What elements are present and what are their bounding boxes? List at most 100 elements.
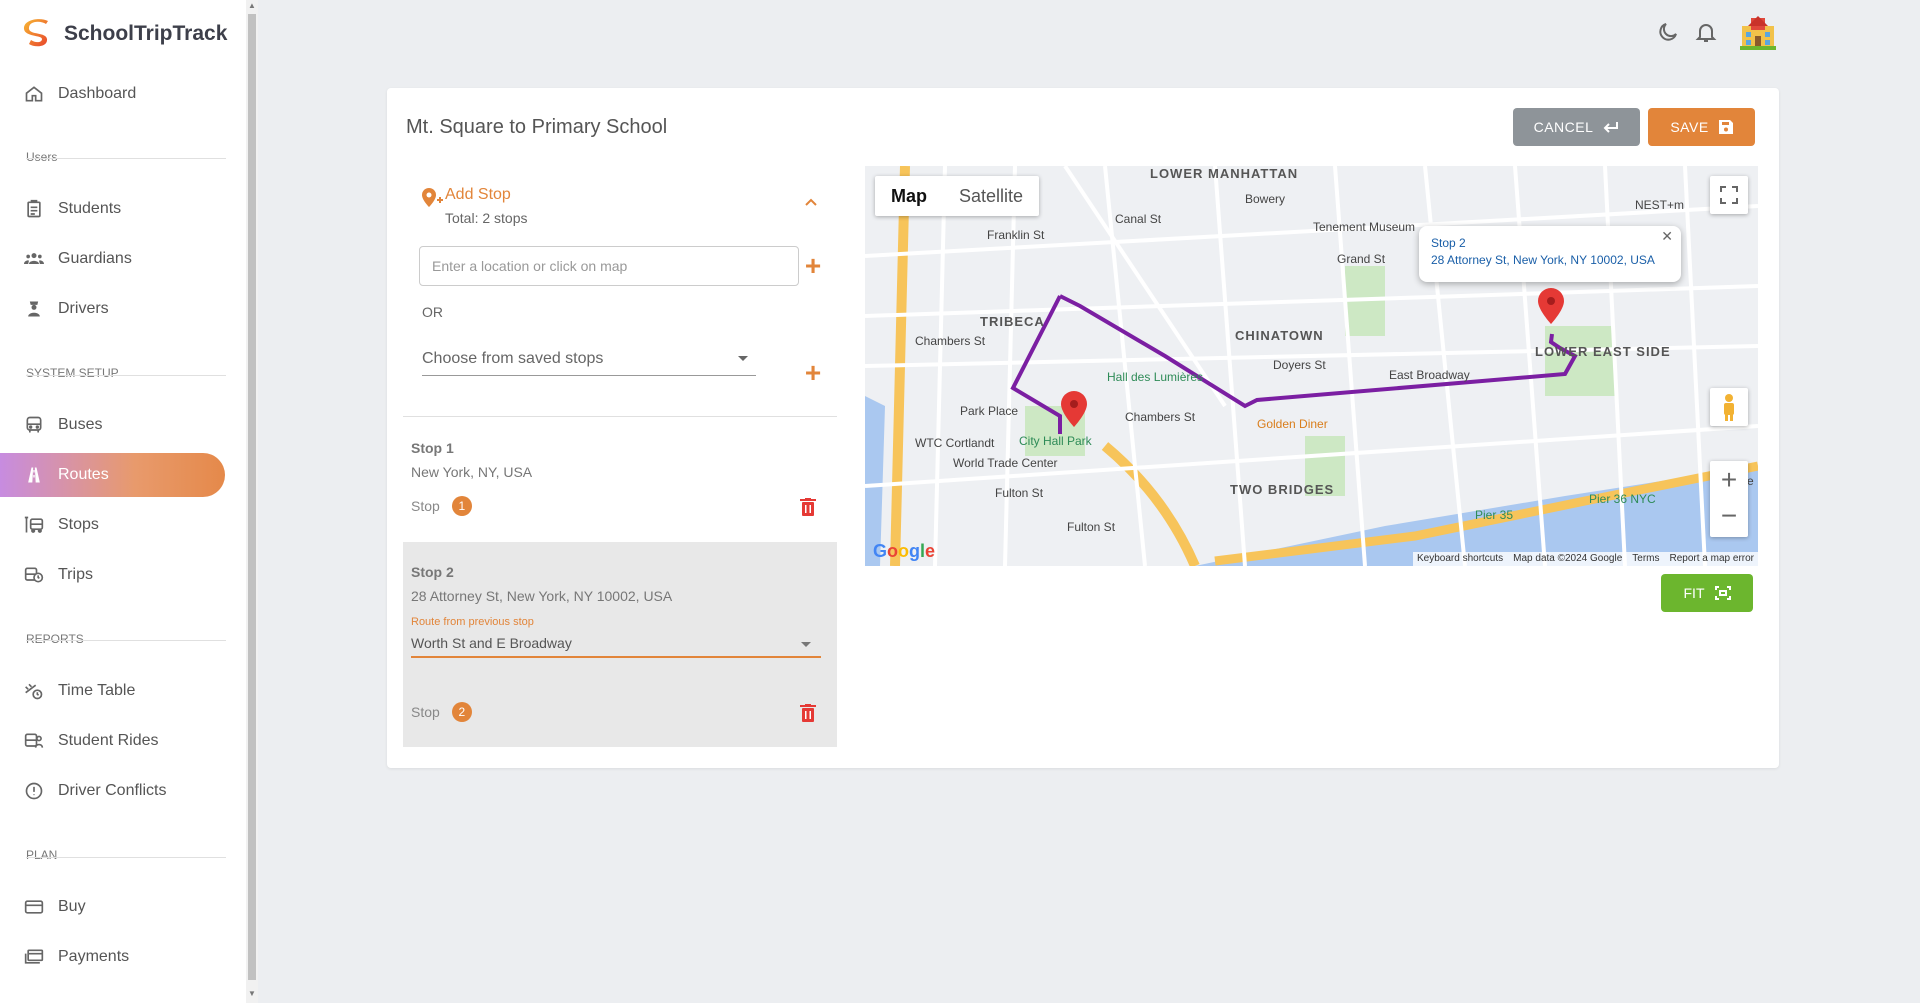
scrollbar-thumb[interactable] (248, 14, 256, 980)
sidebar-item-label: Driver Conflicts (58, 782, 167, 799)
sidebar-item-label: Student Rides (58, 732, 159, 749)
add-stop-title[interactable]: Add Stop (445, 186, 511, 204)
sidebar: SchoolTripTrack Dashboard Users Students… (0, 0, 246, 1003)
map-label: TRIBECA (980, 314, 1045, 329)
route-field-label: Route from previous stop (411, 616, 534, 628)
scroll-down-icon[interactable]: ▼ (248, 990, 256, 998)
add-location-icon (422, 188, 443, 207)
sidebar-item-guardians[interactable]: Guardians (0, 237, 225, 281)
stop-info-window: Stop 2 28 Attorney St, New York, NY 1000… (1419, 226, 1681, 282)
stop-card-1[interactable]: Stop 1 New York, NY, USA Stop 1 (403, 418, 837, 540)
sidebar-item-label: Time Table (58, 682, 136, 699)
fit-screen-icon (1714, 586, 1731, 600)
driver-icon (28, 301, 40, 317)
close-icon[interactable]: ✕ (1661, 228, 1673, 245)
keyboard-shortcuts-link[interactable]: Keyboard shortcuts (1417, 552, 1503, 566)
add-location-plus-icon[interactable]: + (803, 252, 823, 280)
card-icon (24, 900, 44, 914)
sidebar-item-drivers[interactable]: Drivers (0, 287, 225, 331)
dark-mode-icon[interactable] (1656, 20, 1680, 44)
map-label: TWO BRIDGES (1230, 482, 1335, 497)
sidebar-item-payments[interactable]: Payments (0, 935, 225, 979)
map-label: Hall des Lumières (1107, 370, 1204, 384)
zoom-in-icon[interactable]: + (1721, 461, 1737, 499)
notifications-bell-icon[interactable] (1694, 20, 1718, 44)
sidebar-item-time-table[interactable]: Time Table (0, 669, 225, 713)
page-title: Mt. Square to Primary School (406, 116, 668, 138)
route-map[interactable]: LOWER MANHATTAN TRIBECA CHINATOWN LOWER … (865, 166, 1758, 566)
app-logo-icon (23, 19, 48, 47)
sidebar-item-buy[interactable]: Buy (0, 885, 225, 929)
map-label: Park Place (960, 404, 1019, 418)
street-view-pegman-icon[interactable] (1710, 388, 1748, 426)
section-plan: PLAN (26, 848, 58, 862)
map-type-map[interactable]: Map (875, 176, 943, 216)
map-type-satellite[interactable]: Satellite (943, 176, 1039, 216)
fit-label: FIT (1683, 585, 1705, 601)
sidebar-item-driver-conflicts[interactable]: Driver Conflicts (0, 769, 225, 813)
map-label: Chambers St (915, 334, 986, 348)
fullscreen-icon[interactable] (1710, 176, 1748, 214)
route-field-value: Worth St and E Broadway (411, 635, 572, 651)
map-data-text: Map data ©2024 Google (1513, 553, 1623, 564)
divider (403, 416, 837, 417)
stop-card-2[interactable]: Stop 2 28 Attorney St, New York, NY 1000… (403, 542, 837, 747)
clipboard-icon (27, 199, 41, 218)
sidebar-scrollbar[interactable]: ▲ ▼ (246, 0, 258, 1003)
road-icon (28, 467, 40, 483)
map-label: Bowery (1245, 192, 1286, 206)
sidebar-item-routes[interactable]: Routes (0, 453, 225, 497)
sidebar-item-students[interactable]: Students (0, 187, 225, 231)
payments-icon (24, 949, 44, 964)
alert-circle-icon (25, 782, 43, 800)
terms-link[interactable]: Terms (1632, 552, 1659, 566)
brand[interactable]: SchoolTripTrack (22, 18, 227, 50)
sidebar-item-dashboard[interactable]: Dashboard (0, 72, 225, 116)
map-label: Tenement Museum (1313, 220, 1416, 234)
chevron-up-icon[interactable] (803, 194, 819, 210)
info-address: 28 Attorney St, New York, NY 10002, USA (1431, 253, 1655, 267)
saved-stops-select[interactable]: Choose from saved stops (422, 342, 756, 376)
fit-map-button[interactable]: FIT (1661, 574, 1753, 612)
location-search-input[interactable] (419, 246, 799, 286)
sidebar-item-label: Payments (58, 948, 130, 965)
zoom-out-icon[interactable]: − (1721, 499, 1737, 537)
stop-address: New York, NY, USA (411, 464, 533, 480)
undo-icon (1603, 122, 1619, 133)
map-label: CHINATOWN (1235, 328, 1324, 343)
scroll-up-icon[interactable]: ▲ (248, 2, 256, 10)
sidebar-item-stops[interactable]: Stops (0, 503, 225, 547)
saved-stops-label: Choose from saved stops (422, 350, 604, 367)
add-saved-stop-plus-icon[interactable]: + (803, 359, 823, 387)
sidebar-item-student-rides[interactable]: Student Rides (0, 719, 225, 763)
stop-1-marker-icon[interactable] (1061, 391, 1087, 427)
stop-title: Stop 1 (411, 440, 454, 456)
save-label: SAVE (1670, 119, 1709, 135)
map-label: Pier 36 NYC (1589, 492, 1656, 506)
save-button[interactable]: SAVE (1648, 108, 1755, 146)
map-label: East Broadway (1389, 368, 1470, 382)
sidebar-item-label: Trips (58, 566, 93, 583)
delete-stop-icon[interactable] (800, 498, 816, 516)
stop-type: Stop (411, 704, 440, 720)
cancel-label: CANCEL (1533, 119, 1594, 135)
sidebar-item-trips[interactable]: Trips (0, 553, 225, 597)
map-label: Franklin St (987, 228, 1045, 242)
stop-title: Stop 2 (411, 564, 454, 580)
sidebar-item-label: Drivers (58, 300, 109, 317)
sidebar-item-buses[interactable]: Buses (0, 403, 225, 447)
avatar[interactable] (1738, 12, 1778, 52)
route-editor-card: Mt. Square to Primary School CANCEL SAVE… (387, 88, 1779, 768)
report-error-link[interactable]: Report a map error (1670, 552, 1754, 566)
cancel-button[interactable]: CANCEL (1513, 108, 1640, 146)
save-icon (1718, 120, 1733, 134)
map-label: Fulton St (1067, 520, 1116, 534)
stop-2-marker-icon[interactable] (1538, 288, 1564, 324)
section-setup: SYSTEM SETUP (26, 366, 119, 380)
info-title: Stop 2 (1431, 236, 1466, 250)
app-name: SchoolTripTrack (64, 22, 228, 45)
delete-stop-icon[interactable] (800, 704, 816, 722)
caret-down-icon (801, 642, 811, 647)
route-from-previous-select[interactable]: Route from previous stop Worth St and E … (411, 616, 821, 658)
stop-label: Stop 2 (411, 702, 472, 722)
